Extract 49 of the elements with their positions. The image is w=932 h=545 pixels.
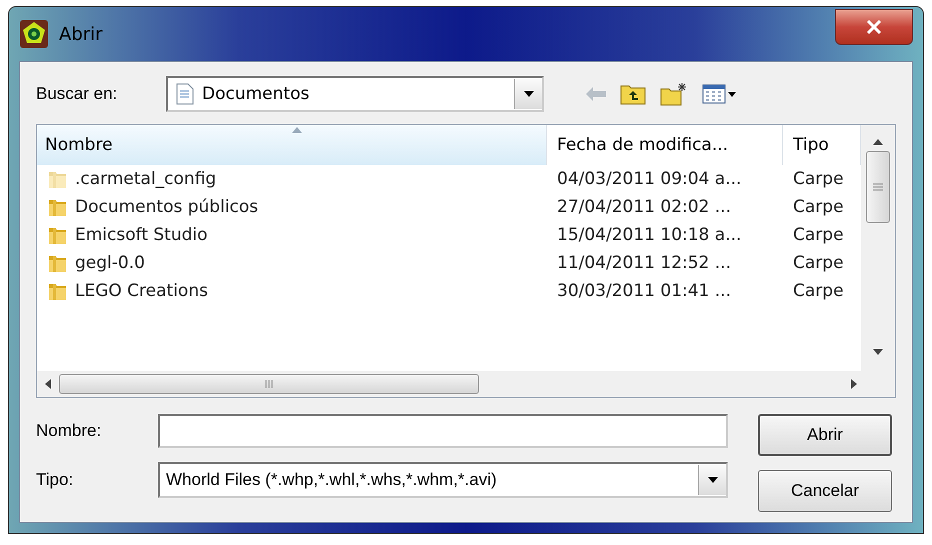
look-in-value: Documentos bbox=[202, 84, 310, 104]
sort-arrow-icon bbox=[292, 127, 302, 133]
file-name-label: Nombre: bbox=[36, 421, 102, 441]
vertical-scrollbar[interactable] bbox=[861, 125, 895, 371]
new-folder-icon[interactable] bbox=[660, 82, 688, 106]
scroll-left-arrow-icon[interactable] bbox=[43, 379, 53, 389]
file-name-cell[interactable]: Documentos públicos bbox=[37, 196, 547, 218]
type-cell-text: Carpe bbox=[792, 281, 845, 301]
type-cell-text: Carpe bbox=[792, 225, 845, 245]
scroll-right-arrow-icon[interactable] bbox=[849, 379, 859, 389]
type-cell-text: Carpe bbox=[792, 197, 845, 217]
dialog-button[interactable]: Cancelar bbox=[758, 470, 892, 512]
scroll-up-arrow-icon[interactable] bbox=[873, 137, 883, 147]
file-name: .carmetal_config bbox=[75, 169, 216, 189]
file-name-cell[interactable]: Emicsoft Studio bbox=[37, 224, 547, 246]
close-icon bbox=[866, 20, 882, 34]
date-cell-text: 04/03/2011 09:04 a... bbox=[556, 169, 742, 189]
column-header[interactable]: Fecha de modifica... bbox=[547, 125, 783, 165]
file-name: LEGO Creations bbox=[75, 281, 208, 301]
file-name: Emicsoft Studio bbox=[75, 225, 208, 245]
scroll-down-arrow-icon[interactable] bbox=[873, 347, 883, 357]
window-title: Abrir bbox=[59, 24, 104, 44]
look-in-dropdown[interactable]: Documentos bbox=[166, 76, 544, 112]
app-icon bbox=[19, 19, 49, 49]
file-type-label: Tipo: bbox=[36, 470, 74, 490]
dialog-button[interactable]: Abrir bbox=[758, 414, 892, 456]
scroll-thumb[interactable] bbox=[59, 374, 479, 394]
close-button[interactable] bbox=[835, 9, 913, 45]
type-cell-text: Carpe bbox=[792, 253, 845, 273]
date-cell-text: 27/04/2011 02:02 ... bbox=[556, 197, 732, 217]
type-cell-text: Carpe bbox=[792, 169, 845, 189]
file-name: gegl-0.0 bbox=[75, 253, 145, 273]
file-name-field[interactable] bbox=[158, 414, 728, 448]
file-type-value: Whorld Files (*.whp,*.whl,*.whs,*.whm,*.avi) bbox=[165, 470, 498, 490]
document-icon bbox=[176, 83, 194, 105]
file-type-dropdown[interactable]: Whorld Files (*.whp,*.whl,*.whs,*.whm,*.avi) bbox=[158, 462, 728, 498]
file-name: Documentos públicos bbox=[75, 197, 258, 217]
column-header[interactable]: Nombre bbox=[37, 125, 547, 165]
file-name-cell[interactable]: gegl-0.0 bbox=[37, 252, 547, 274]
folder-up-icon[interactable] bbox=[620, 83, 646, 105]
date-cell-text: 15/04/2011 10:18 a... bbox=[556, 225, 742, 245]
horizontal-scrollbar[interactable] bbox=[37, 371, 895, 397]
look-in-label: Buscar en: bbox=[36, 84, 118, 104]
view-menu-icon[interactable] bbox=[702, 84, 736, 104]
file-name-cell[interactable]: LEGO Creations bbox=[37, 280, 547, 302]
date-cell-text: 11/04/2011 12:52 ... bbox=[556, 253, 732, 273]
date-cell-text: 30/03/2011 01:41 ... bbox=[556, 281, 732, 301]
file-name-cell[interactable]: .carmetal_config bbox=[37, 168, 547, 190]
scroll-thumb[interactable] bbox=[866, 151, 890, 223]
